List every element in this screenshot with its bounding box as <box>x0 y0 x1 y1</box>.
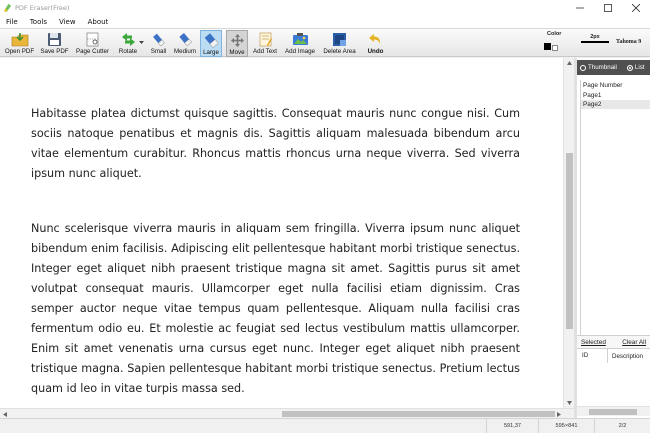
horizontal-scroll-thumb[interactable] <box>282 411 555 417</box>
move-arrows-icon <box>230 34 244 47</box>
status-bar: 591,37 595×841 2/2 <box>0 418 650 433</box>
chevron-left-icon <box>3 411 7 417</box>
description-column-header[interactable]: Description <box>608 353 643 360</box>
page-indicator: 2/2 <box>594 419 650 433</box>
cursor-position: 591,37 <box>486 419 538 433</box>
save-pdf-label: Save PDF <box>40 48 69 55</box>
vertical-scroll-thumb[interactable] <box>566 153 573 329</box>
undo-arrow-icon <box>369 34 381 44</box>
chevron-right-icon <box>557 411 561 417</box>
rotate-button[interactable]: Rotate <box>114 30 142 57</box>
large-eraser-icon <box>204 33 219 48</box>
rotate-arrows-icon <box>121 33 135 46</box>
chevron-up-icon <box>567 61 572 65</box>
page-number-header: Page Number <box>583 82 623 89</box>
selection-bar: Selected Clear All <box>577 335 650 348</box>
open-folder-icon <box>11 33 28 47</box>
small-eraser-icon <box>153 33 165 47</box>
document-vertical-scrollbar[interactable] <box>563 58 574 408</box>
menu-bar: File Tools View About <box>0 15 650 28</box>
selected-link[interactable]: Selected <box>581 339 606 346</box>
brush-size-preview <box>581 41 609 43</box>
undo-button[interactable]: Undo <box>363 30 388 57</box>
page-cutter-button[interactable]: Page Cutter <box>73 30 112 57</box>
large-eraser-button[interactable]: Large <box>200 30 222 57</box>
title-bar: PDF Eraser(Free) <box>0 0 650 15</box>
rotate-dropdown-chevron-icon[interactable] <box>139 41 144 45</box>
page-dimensions: 595×841 <box>538 419 594 433</box>
secondary-color-swatch[interactable] <box>552 45 558 51</box>
add-image-button[interactable]: Add Image <box>282 30 318 57</box>
close-button[interactable] <box>622 0 650 15</box>
page-list-item[interactable]: Page2 <box>581 100 650 109</box>
minimize-button[interactable] <box>566 0 594 15</box>
delete-area-icon <box>333 33 346 46</box>
color-picker[interactable]: Color <box>541 31 567 55</box>
selection-table: ID Description <box>577 348 650 406</box>
page-list: Page Number Page1 Page2 <box>580 80 650 335</box>
delete-area-label: Delete Area <box>323 48 356 55</box>
open-pdf-label: Open PDF <box>4 48 35 55</box>
thumbnail-radio[interactable] <box>580 64 586 71</box>
add-image-label: Add Image <box>285 48 315 55</box>
list-radio[interactable] <box>626 64 633 71</box>
delete-area-button[interactable]: Delete Area <box>320 30 359 57</box>
pages-panel: Thumbnail List Page Number Page1 Page2 S… <box>577 58 650 418</box>
small-eraser-button[interactable]: Small <box>147 30 170 57</box>
primary-color-swatch[interactable] <box>544 43 551 50</box>
medium-label: Medium <box>173 48 196 55</box>
window-title: PDF Eraser(Free) <box>15 3 70 12</box>
maximize-button[interactable] <box>594 0 622 15</box>
move-button[interactable]: Move <box>226 30 248 57</box>
add-text-icon <box>259 32 272 47</box>
document-paragraph: Nunc scelerisque viverra mauris in aliqu… <box>31 222 520 395</box>
clear-all-link[interactable]: Clear All <box>622 339 646 346</box>
document-canvas[interactable]: Habitasse platea dictumst quisque sagitt… <box>0 58 574 418</box>
large-label: Large <box>203 49 219 56</box>
list-label[interactable]: List <box>635 64 645 71</box>
undo-label: Undo <box>367 48 384 55</box>
menu-file[interactable]: File <box>0 18 24 26</box>
move-label: Move <box>229 49 245 56</box>
medium-eraser-icon <box>178 32 192 47</box>
rotate-label: Rotate <box>118 48 138 55</box>
small-label: Small <box>150 48 167 55</box>
color-label: Color <box>547 31 562 37</box>
id-column-header[interactable]: ID <box>577 349 608 363</box>
add-text-button[interactable]: Add Text <box>250 30 280 57</box>
selection-horizontal-scrollbar[interactable] <box>577 406 650 416</box>
view-mode-toggle: Thumbnail List <box>577 60 650 75</box>
font-selector[interactable]: Tahoma 9 <box>616 39 641 45</box>
page-cutter-label: Page Cutter <box>75 48 110 55</box>
page-list-item[interactable]: Page1 <box>581 91 650 100</box>
add-image-icon <box>292 33 308 45</box>
app-logo-icon <box>3 3 12 12</box>
close-icon <box>632 3 640 12</box>
document-paragraph: Habitasse platea dictumst quisque sagitt… <box>31 107 520 180</box>
maximize-icon <box>604 3 612 12</box>
open-pdf-button[interactable]: Open PDF <box>3 30 36 57</box>
toolbar: Open PDF Save PDF Page Cutter Rotate Sma… <box>0 28 650 57</box>
menu-tools[interactable]: Tools <box>24 18 53 26</box>
brush-size-selector[interactable]: 2px <box>581 34 609 40</box>
save-disk-icon <box>48 33 61 46</box>
medium-eraser-button[interactable]: Medium <box>172 30 198 57</box>
save-pdf-button[interactable]: Save PDF <box>38 30 71 57</box>
minimize-icon <box>576 7 584 8</box>
document-horizontal-scrollbar[interactable] <box>0 408 574 418</box>
page-cutter-icon <box>86 32 99 47</box>
thumbnail-label[interactable]: Thumbnail <box>588 64 617 71</box>
chevron-down-icon <box>567 401 572 405</box>
add-text-label: Add Text <box>253 48 277 55</box>
menu-about[interactable]: About <box>82 18 115 26</box>
selection-scroll-thumb[interactable] <box>589 409 637 415</box>
menu-view[interactable]: View <box>53 18 82 26</box>
